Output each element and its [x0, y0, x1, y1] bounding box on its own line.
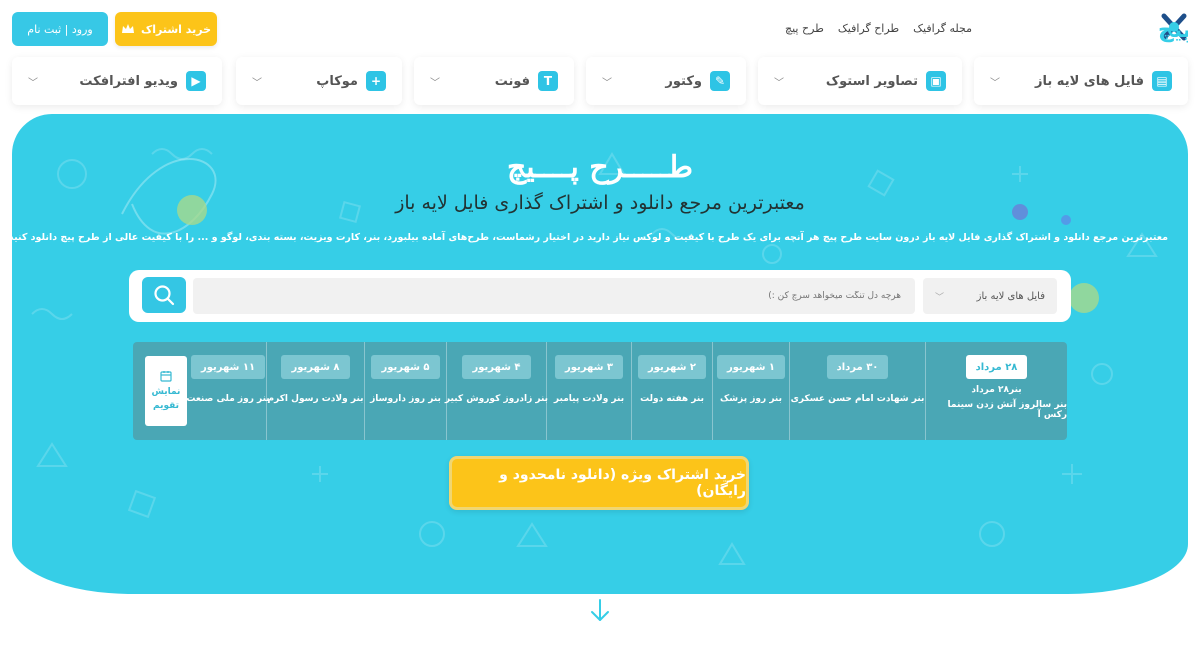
calendar-date: ۲۸ مرداد	[965, 355, 1028, 379]
chevron-down-icon: ﹀	[990, 77, 1000, 89]
arrow-down-icon[interactable]	[588, 596, 612, 626]
top-link-designer[interactable]: طراح گرافیک	[838, 22, 899, 35]
calendar-day[interactable]: ۳ شهریور بنر ولادت پیامبر	[546, 342, 631, 440]
chevron-down-icon: ﹀	[252, 77, 262, 89]
crown-icon	[121, 24, 134, 33]
subscribe-label: خرید اشتراک	[140, 22, 212, 36]
category-stock-images[interactable]: ▣ تصاویر استوک ﹀	[758, 57, 962, 105]
category-label: فایل های لایه باز	[1035, 73, 1144, 89]
login-label: ورود | ثبت نام	[27, 22, 93, 36]
calendar-date: ۳۰ مرداد	[826, 355, 889, 379]
cta-label: خرید اشتراک ویژه (دانلود نامحدود و رایگا…	[499, 467, 746, 499]
calendar-event[interactable]: بنر سالروز آتش زدن سینما رکس آ	[926, 400, 1067, 420]
mockup-icon: +	[366, 71, 386, 91]
category-label: وکتور	[665, 73, 702, 89]
search-category-value: فایل های لایه باز	[976, 290, 1045, 302]
top-links: مجله گرافیک طراح گرافیک طرح پیچ	[785, 22, 972, 35]
calendar-day[interactable]: ۸ شهریور بنر ولادت رسول اکرم	[266, 342, 364, 440]
calendar-day[interactable]: ۵ شهریور بنر روز داروساز	[364, 342, 446, 440]
calendar-day[interactable]: ۱۱ شهریور بنر روز ملی صنعت	[186, 342, 270, 440]
calendar-date: ۵ شهریور	[371, 355, 440, 379]
category-label: موکاپ	[316, 73, 358, 89]
chevron-down-icon: ﹀	[935, 292, 945, 303]
premium-subscription-button[interactable]: خرید اشتراک ویژه (دانلود نامحدود و رایگا…	[449, 456, 749, 510]
video-icon: ▶	[186, 71, 206, 91]
category-label: ویدیو افترافکت	[79, 73, 178, 89]
search-button[interactable]	[142, 277, 186, 313]
calendar-event[interactable]: بنر روز ملی صنعت	[186, 392, 269, 407]
chevron-down-icon: ﹀	[602, 77, 612, 89]
category-layered-files[interactable]: ▤ فایل های لایه باز ﹀	[974, 57, 1188, 105]
search-input[interactable]	[193, 278, 915, 314]
occasion-calendar: ۲۸ مرداد بنر۲۸ مرداد بنر سالروز آتش زدن …	[133, 342, 1067, 440]
calendar-event[interactable]: بنر روز داروساز	[370, 392, 441, 407]
calendar-date: ۱ شهریور	[716, 355, 786, 379]
subscribe-button[interactable]: خرید اشتراک	[115, 12, 217, 46]
search-box: فایل های لایه باز ﹀	[129, 270, 1071, 322]
calendar-date: ۲ شهریور	[637, 355, 707, 379]
show-calendar-label: نمایش	[151, 386, 181, 397]
calendar-event[interactable]: بنر۲۸ مرداد	[971, 383, 1021, 398]
calendar-day[interactable]: ۲ شهریور بنر هفته دولت	[631, 342, 712, 440]
calendar-event[interactable]: بنر زادروز کوروش کبیر	[445, 392, 548, 407]
calendar-event[interactable]: بنر هفته دولت	[640, 392, 704, 407]
calendar-date: ۸ شهریور	[281, 355, 350, 379]
search-icon	[154, 285, 175, 306]
calendar-date: ۱۱ شهریور	[190, 355, 266, 379]
calendar-date: ۴ شهریور	[462, 355, 531, 379]
font-icon: T	[538, 71, 558, 91]
image-icon: ▣	[926, 71, 946, 91]
pen-icon: ✎	[710, 71, 730, 91]
logo-wordmark: طرح پیچ	[1158, 18, 1188, 43]
site-logo[interactable]: طرح پیچ	[1078, 10, 1200, 44]
site-header: طرح پیچ مجله گرافیک طراح گرافیک طرح پیچ …	[0, 0, 1200, 56]
category-label: فونت	[494, 73, 530, 89]
category-bar: ▤ فایل های لایه باز ﹀ ▣ تصاویر استوک ﹀ ✎…	[12, 57, 1188, 105]
category-mockup[interactable]: + موکاپ ﹀	[236, 57, 402, 105]
calendar-day[interactable]: ۴ شهریور بنر زادروز کوروش کبیر	[445, 342, 548, 440]
calendar-day[interactable]: ۲۸ مرداد بنر۲۸ مرداد بنر سالروز آتش زدن …	[925, 342, 1067, 440]
calendar-day[interactable]: ۱ شهریور بنر روز پزشک	[712, 342, 789, 440]
chevron-down-icon: ﹀	[28, 77, 38, 89]
calendar-event[interactable]: بنر روز پزشک	[720, 392, 782, 407]
layers-icon: ▤	[1152, 71, 1172, 91]
chevron-down-icon: ﹀	[430, 77, 440, 89]
calendar-date: ۳ شهریور	[554, 355, 624, 379]
hero-brand: طـــــرح پــــیچ	[506, 150, 694, 185]
search-category-select[interactable]: فایل های لایه باز ﹀	[923, 278, 1057, 314]
top-link-tarhpich[interactable]: طرح پیچ	[785, 22, 824, 35]
show-calendar-button[interactable]: نمایش تقویم	[145, 356, 187, 426]
calendar-event[interactable]: بنر شهادت امام حسن عسکری	[791, 392, 925, 407]
category-font[interactable]: T فونت ﹀	[414, 57, 574, 105]
hero-description: معتبرترین مرجع دانلود و اشتراک گذاری فای…	[12, 232, 1168, 243]
calendar-event[interactable]: بنر ولادت رسول اکرم	[268, 392, 364, 407]
show-calendar-label: تقویم	[153, 400, 179, 411]
hero-subtitle: معتبرترین مرجع دانلود و اشتراک گذاری فای…	[395, 192, 805, 214]
category-after-effects[interactable]: ▶ ویدیو افترافکت ﹀	[12, 57, 222, 105]
calendar-icon	[160, 370, 172, 382]
calendar-event[interactable]: بنر ولادت پیامبر	[554, 392, 624, 407]
hero-section: طـــــرح پــــیچ معتبرترین مرجع دانلود و…	[12, 114, 1188, 594]
calendar-day[interactable]: ۳۰ مرداد بنر شهادت امام حسن عسکری	[789, 342, 925, 440]
top-link-magazine[interactable]: مجله گرافیک	[913, 22, 972, 35]
chevron-down-icon: ﹀	[774, 77, 784, 89]
login-button[interactable]: ورود | ثبت نام	[12, 12, 108, 46]
category-vector[interactable]: ✎ وکتور ﹀	[586, 57, 746, 105]
category-label: تصاویر استوک	[825, 73, 918, 89]
